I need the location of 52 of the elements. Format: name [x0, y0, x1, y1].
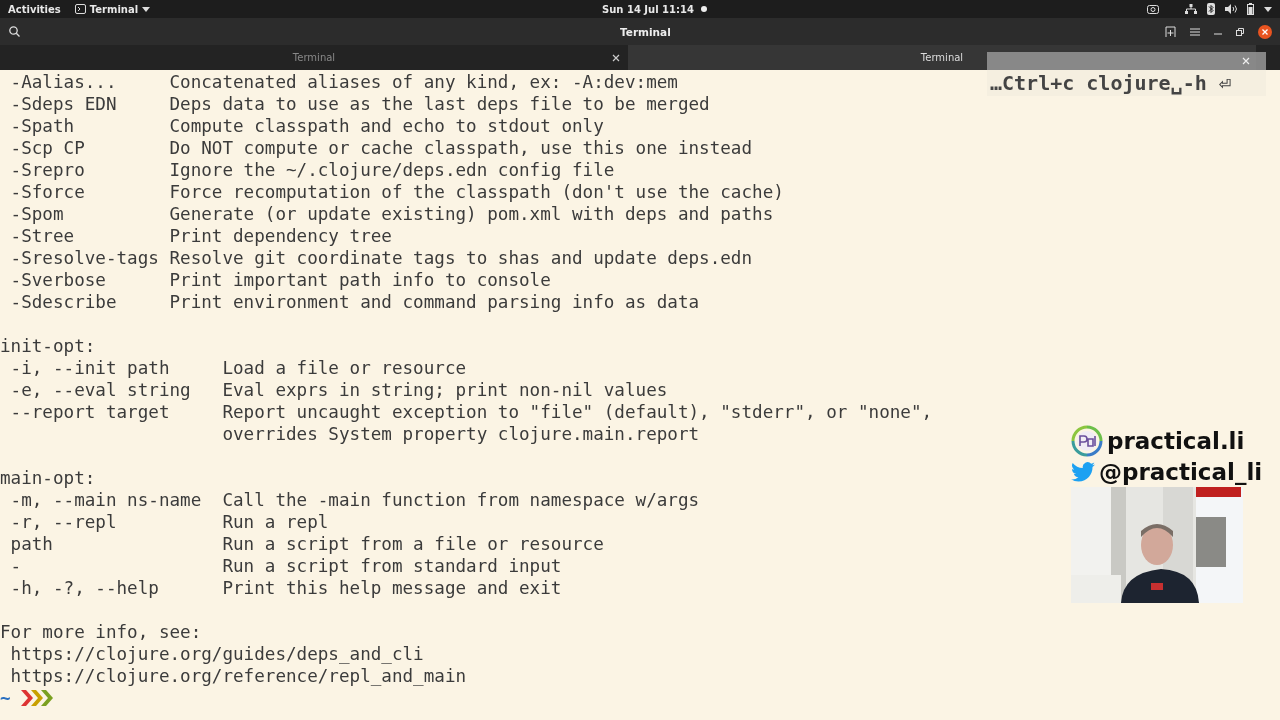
terminal-line: -Sforce Force recomputation of the classpath (don't use the cache): [9, 181, 784, 203]
site-name: practical.li: [1107, 430, 1245, 452]
terminal-line: -r, --repl Run a repl: [9, 511, 329, 533]
close-icon[interactable]: [612, 53, 620, 62]
search-icon[interactable]: [9, 26, 20, 37]
clock[interactable]: Sun 14 Jul 11:14: [602, 3, 707, 15]
prompt-path: ~: [0, 687, 11, 709]
terminal-icon: [74, 4, 86, 14]
activities-button[interactable]: Activities: [8, 3, 61, 15]
window-title: Terminal: [620, 25, 671, 38]
tab[interactable]: Terminal: [0, 45, 628, 70]
terminal-line: https://clojure.org/reference/repl_and_main: [9, 665, 467, 687]
caret-icon[interactable]: [1264, 6, 1272, 12]
terminal-line: -m, --main ns-name Call the -main function from namespace w/args: [9, 489, 700, 511]
terminal-line: For more info, see:: [0, 621, 202, 643]
terminal-line: init-opt:: [0, 335, 96, 357]
terminal-line: --report target Report uncaught exception to "file" (default), "stderr", or "none",: [9, 401, 933, 423]
notification-dot-icon: [700, 6, 707, 12]
menu-icon[interactable]: [1190, 27, 1200, 36]
caret-icon: [142, 6, 151, 12]
volume-icon[interactable]: [1225, 4, 1237, 14]
terminal-line: main-opt:: [0, 467, 96, 489]
prompt-chevrons-icon: [20, 689, 55, 707]
close-icon[interactable]: [1258, 24, 1272, 39]
terminal-line: -Sdescribe Print environment and command parsing info as data: [9, 291, 700, 313]
logo-icon: [1071, 425, 1103, 457]
network-icon[interactable]: [1185, 4, 1197, 14]
camera-icon[interactable]: [1147, 4, 1159, 14]
social-handle: @practical_li: [1099, 461, 1263, 483]
bluetooth-icon[interactable]: [1207, 3, 1215, 15]
terminal-line: -Scp CP Do NOT compute or cache classpath, use this one instead: [9, 137, 753, 159]
terminal-line: -h, -?, --help Print this help message and exit: [9, 577, 562, 599]
terminal-line: -Sverbose Print important path info to console: [9, 269, 551, 291]
terminal-line: -Spom Generate (or update existing) pom.xml with deps and paths: [9, 203, 774, 225]
terminal-line: path Run a script from a file or resource: [9, 533, 604, 555]
terminal-line: - Run a script from standard input: [9, 555, 562, 577]
terminal-line: -Srepro Ignore the ~/.clojure/deps.edn config file: [9, 159, 615, 181]
terminal-line: -Aalias... Concatenated aliases of any kind, ex: -A:dev:mem: [9, 71, 678, 93]
terminal-line: -Spath Compute classpath and echo to stdout only: [9, 115, 604, 137]
battery-icon[interactable]: [1247, 3, 1254, 15]
maximize-icon[interactable]: [1236, 27, 1244, 36]
keystroke-display: …Ctrl+c clojure␣-h ⏎: [987, 70, 1266, 96]
terminal-line: https://clojure.org/guides/deps_and_cli: [9, 643, 424, 665]
terminal-line: -i, --init path Load a file or resource: [9, 357, 467, 379]
terminal-line: -Stree Print dependency tree: [9, 225, 392, 247]
new-tab-icon[interactable]: [1165, 26, 1176, 37]
terminal-line: -e, --eval string Eval exprs in string; print non-nil values: [9, 379, 668, 401]
terminal-line: -Sresolve-tags Resolve git coordinate tags to shas and update deps.edn: [9, 247, 753, 269]
terminal-line: overrides System property clojure.main.report: [221, 423, 700, 445]
app-menu[interactable]: Terminal: [74, 3, 151, 15]
bird-icon: [1071, 462, 1095, 482]
terminal-line: -Sdeps EDN Deps data to use as the last deps file to be merged: [9, 93, 710, 115]
